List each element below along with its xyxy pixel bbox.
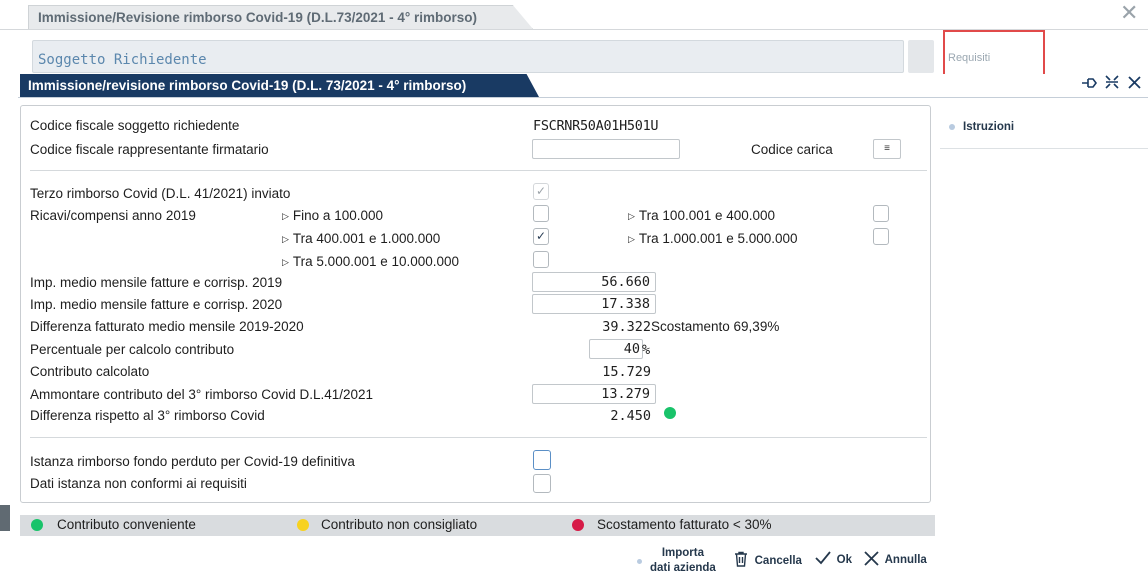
diff-3-value: 2.450 bbox=[610, 408, 651, 424]
trash-icon bbox=[735, 551, 747, 567]
background-side-box bbox=[908, 40, 934, 73]
check-icon bbox=[815, 551, 831, 565]
ricavi-option-checkbox[interactable]: ✓ bbox=[533, 228, 549, 245]
pin-icon[interactable] bbox=[1081, 74, 1099, 97]
importa-label-line2: dati azienda bbox=[650, 562, 716, 574]
legend-label: Contributo non consigliato bbox=[321, 517, 478, 532]
scostamento-text: Scostamento 69,39% bbox=[651, 319, 780, 334]
legend-label: Scostamento fatturato < 30% bbox=[597, 517, 772, 532]
importa-dati-azienda-button[interactable]: Importa dati azienda bbox=[650, 546, 716, 576]
importa-label-line1: Importa bbox=[661, 547, 704, 559]
ok-label: Ok bbox=[836, 554, 852, 566]
differenza-value: 39.322 bbox=[602, 319, 651, 335]
ammontare-field[interactable]: 13.279 bbox=[532, 384, 656, 404]
separator bbox=[30, 437, 927, 438]
cf-rappresentante-field[interactable] bbox=[532, 139, 680, 159]
annulla-label: Annulla bbox=[884, 554, 927, 566]
annulla-button[interactable]: Annulla bbox=[864, 551, 927, 566]
imp-2020-label: Imp. medio mensile fatture e corrisp. 20… bbox=[30, 297, 283, 312]
ricavi-label: Ricavi/compensi anno 2019 bbox=[30, 208, 196, 223]
ricavi-option-label: ▷ Tra 100.001 e 400.000 bbox=[628, 208, 776, 223]
background-side-strip bbox=[0, 505, 10, 531]
legend-dot-green bbox=[31, 519, 43, 531]
terzo-rimborso-checkbox[interactable]: ✓ bbox=[533, 183, 549, 200]
imp-2020-field[interactable]: 17.338 bbox=[532, 294, 656, 314]
non-conformi-checkbox[interactable] bbox=[533, 474, 551, 493]
legend-dot-yellow bbox=[297, 519, 309, 531]
dialog-header-divider bbox=[18, 97, 1148, 98]
ricavi-option-checkbox[interactable] bbox=[873, 228, 889, 245]
non-conformi-label: Dati istanza non conformi ai requisiti bbox=[30, 476, 247, 491]
background-window-tab[interactable]: Immissione/Revisione rimborso Covid-19 (… bbox=[28, 5, 533, 29]
percentuale-field[interactable]: 40 bbox=[589, 339, 643, 359]
background-close-icon[interactable]: ✕ bbox=[1120, 2, 1138, 24]
ricavi-option-label: ▷ Tra 5.000.001 e 10.000.000 bbox=[282, 254, 460, 269]
differenza-label: Differenza fatturato medio mensile 2019-… bbox=[30, 319, 304, 334]
sidebar-item-istruzioni[interactable]: Istruzioni bbox=[963, 121, 1014, 133]
ok-button[interactable]: Ok bbox=[815, 551, 852, 566]
codice-carica-label: Codice carica bbox=[751, 142, 833, 157]
imp-2019-label: Imp. medio mensile fatture e corrisp. 20… bbox=[30, 275, 283, 290]
istanza-checkbox[interactable] bbox=[533, 450, 551, 470]
codice-carica-field[interactable]: ≡ bbox=[873, 139, 901, 159]
soggetto-richiedente-section: Soggetto Richiedente bbox=[32, 40, 904, 73]
legend-label: Contributo conveniente bbox=[57, 517, 196, 532]
status-dot-green bbox=[664, 407, 676, 419]
contributo-value: 15.729 bbox=[602, 364, 651, 380]
percent-sign: % bbox=[642, 342, 651, 358]
dialog-title: Immissione/revisione rimborso Covid-19 (… bbox=[20, 74, 539, 97]
legend-dot-red bbox=[572, 519, 584, 531]
istanza-label: Istanza rimborso fondo perduto per Covid… bbox=[30, 454, 355, 469]
cancella-label: Cancella bbox=[754, 555, 802, 567]
bullet-icon bbox=[637, 559, 642, 564]
terzo-rimborso-label: Terzo rimborso Covid (D.L. 41/2021) invi… bbox=[30, 186, 291, 201]
cancel-icon bbox=[864, 551, 879, 566]
list-icon: ≡ bbox=[884, 143, 890, 154]
bullet-icon bbox=[949, 124, 955, 130]
requisiti-highlight-box bbox=[943, 30, 1045, 77]
percentuale-label: Percentuale per calcolo contributo bbox=[30, 342, 235, 357]
ricavi-option-checkbox[interactable] bbox=[533, 251, 549, 268]
contributo-label: Contributo calcolato bbox=[30, 364, 150, 379]
collapse-icon[interactable] bbox=[1104, 74, 1120, 97]
cf-richiedente-value: FSCRNR50A01H501U bbox=[533, 118, 659, 134]
separator bbox=[30, 170, 927, 171]
imp-2019-field[interactable]: 56.660 bbox=[532, 272, 656, 292]
sidebar-divider bbox=[940, 148, 1148, 149]
diff-3-label: Differenza rispetto al 3° rimborso Covid bbox=[30, 408, 265, 423]
ricavi-option-checkbox[interactable] bbox=[873, 205, 889, 222]
cf-richiedente-label: Codice fiscale soggetto richiedente bbox=[30, 118, 240, 133]
ricavi-option-label: ▷ Tra 1.000.001 e 5.000.000 bbox=[628, 231, 798, 246]
cf-rappresentante-label: Codice fiscale rappresentante firmatario bbox=[30, 142, 269, 157]
ammontare-label: Ammontare contributo del 3° rimborso Cov… bbox=[30, 387, 374, 402]
ricavi-option-label: ▷ Fino a 100.000 bbox=[282, 208, 383, 223]
ricavi-option-label: ▷ Tra 400.001 e 1.000.000 bbox=[282, 231, 441, 246]
cancella-button[interactable]: Cancella bbox=[734, 551, 802, 567]
close-icon[interactable] bbox=[1127, 74, 1142, 97]
ricavi-option-checkbox[interactable] bbox=[533, 205, 549, 222]
